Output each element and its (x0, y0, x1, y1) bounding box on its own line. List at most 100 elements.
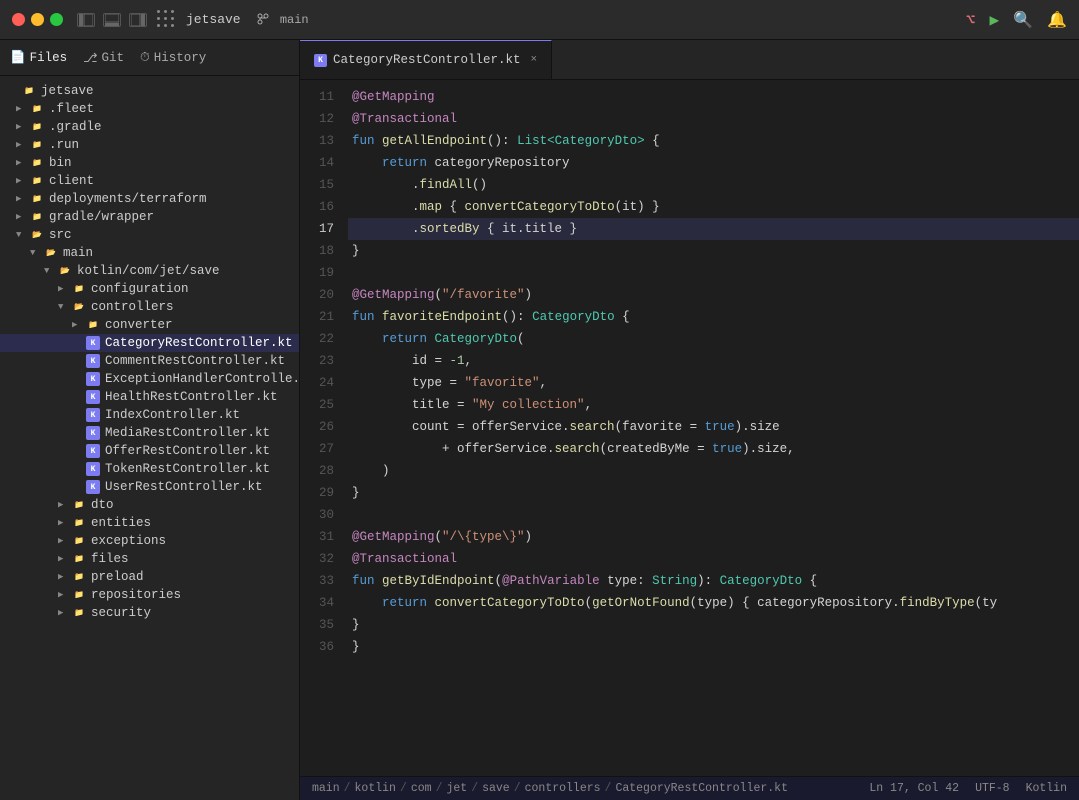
folder-icon: 📁 (72, 606, 86, 620)
kt-file-icon: K (86, 444, 100, 458)
code-line-17: .sortedBy { it.title } (348, 218, 1079, 240)
code-line-19 (348, 262, 1079, 284)
tree-root[interactable]: 📁 jetsave (0, 82, 299, 100)
branch-name: main (257, 13, 309, 27)
minimize-button[interactable] (31, 13, 44, 26)
code-line-14: return categoryRepository (348, 152, 1079, 174)
tab-close-button[interactable]: × (531, 54, 538, 66)
code-content[interactable]: @GetMapping@Transactionalfun getAllEndpo… (344, 80, 1079, 776)
close-button[interactable] (12, 13, 25, 26)
tree-item-kotlin[interactable]: ▼ 📂 kotlin/com/jet/save (0, 262, 299, 280)
collapse-arrow-icon: ▶ (16, 194, 30, 204)
code-line-28: ) (348, 460, 1079, 482)
folder-icon: 📁 (22, 84, 36, 98)
expand-arrow-icon: ▼ (44, 266, 58, 276)
code-editor: 1112131415161718192021222324252627282930… (300, 80, 1079, 776)
folder-icon: 📁 (30, 192, 44, 206)
search-icon[interactable]: 🔍 (1013, 10, 1033, 30)
tree-item-src[interactable]: ▼ 📂 src (0, 226, 299, 244)
kt-file-icon: K (86, 426, 100, 440)
code-line-24: type = "favorite", (348, 372, 1079, 394)
collapse-arrow-icon: ▶ (58, 572, 72, 582)
folder-icon: 📁 (72, 282, 86, 296)
tree-item-configuration[interactable]: ▶ 📁 configuration (0, 280, 299, 298)
tree-item-categoryrestcontroller[interactable]: K CategoryRestController.kt (0, 334, 299, 352)
folder-icon: 📁 (30, 120, 44, 134)
expand-arrow-icon: ▼ (30, 248, 44, 258)
sidebar-right-icon[interactable] (129, 13, 147, 27)
collapse-arrow-icon: ▶ (16, 140, 30, 150)
file-tree: 📁 jetsave ▶ 📁 .fleet ▶ 📁 .gradle ▶ 📁 .ru… (0, 76, 299, 800)
tree-item-entities[interactable]: ▶ 📁 entities (0, 514, 299, 532)
code-line-31: @GetMapping("/\{type\}") (348, 526, 1079, 548)
collapse-arrow-icon: ▶ (16, 158, 30, 168)
sidebar-tab-history[interactable]: ⏱ History (140, 51, 206, 65)
statusbar: main / kotlin / com / jet / save / contr… (300, 776, 1079, 800)
sidebar-left-icon[interactable] (77, 13, 95, 27)
tree-item-tokenrestcontroller[interactable]: K TokenRestController.kt (0, 460, 299, 478)
tree-item-exceptionhandler[interactable]: K ExceptionHandlerControlle... (0, 370, 299, 388)
tree-item-preload[interactable]: ▶ 📁 preload (0, 568, 299, 586)
collapse-arrow-icon: ▶ (16, 122, 30, 132)
sidebar-bottom-icon[interactable] (103, 13, 121, 27)
folder-icon: 📁 (72, 498, 86, 512)
folder-icon: 📁 (72, 588, 86, 602)
code-line-30 (348, 504, 1079, 526)
tree-item-bin[interactable]: ▶ 📁 bin (0, 154, 299, 172)
kt-file-icon: K (86, 336, 100, 350)
tab-bar: K CategoryRestController.kt × (300, 40, 1079, 80)
kt-file-icon: K (86, 372, 100, 386)
tree-item-controllers[interactable]: ▼ 📂 controllers (0, 298, 299, 316)
tree-item-indexcontroller[interactable]: K IndexController.kt (0, 406, 299, 424)
tree-item-fleet[interactable]: ▶ 📁 .fleet (0, 100, 299, 118)
tree-item-offerrestcontroller[interactable]: K OfferRestController.kt (0, 442, 299, 460)
tree-item-main[interactable]: ▼ 📂 main (0, 244, 299, 262)
tree-item-converter[interactable]: ▶ 📁 converter (0, 316, 299, 334)
folder-open-icon: 📂 (58, 264, 72, 278)
folder-icon: 📁 (72, 516, 86, 530)
tree-item-dto[interactable]: ▶ 📁 dto (0, 496, 299, 514)
code-area[interactable]: 1112131415161718192021222324252627282930… (300, 80, 1079, 776)
broadcast-icon[interactable]: ⌥ (966, 10, 976, 30)
sidebar: 📄 Files ⎇ Git ⏱ History 📁 jetsave ▶ � (0, 40, 300, 800)
code-line-16: .map { convertCategoryToDto(it) } (348, 196, 1079, 218)
folder-icon: 📁 (72, 570, 86, 584)
tree-item-userrestcontroller[interactable]: K UserRestController.kt (0, 478, 299, 496)
tab-categoryrestcontroller[interactable]: K CategoryRestController.kt × (300, 40, 552, 79)
files-icon: 📄 (10, 50, 26, 65)
tree-item-gradle[interactable]: ▶ 📁 .gradle (0, 118, 299, 136)
kt-file-icon: K (86, 480, 100, 494)
tree-item-repositories[interactable]: ▶ 📁 repositories (0, 586, 299, 604)
tree-item-healthrestcontroller[interactable]: K HealthRestController.kt (0, 388, 299, 406)
tree-item-mediarestcontroller[interactable]: K MediaRestController.kt (0, 424, 299, 442)
tree-item-security[interactable]: ▶ 📁 security (0, 604, 299, 622)
folder-icon: 📁 (30, 174, 44, 188)
history-icon: ⏱ (140, 51, 150, 65)
tree-item-files[interactable]: ▶ 📁 files (0, 550, 299, 568)
code-line-25: title = "My collection", (348, 394, 1079, 416)
fullscreen-button[interactable] (50, 13, 63, 26)
sidebar-toolbar: 📄 Files ⎇ Git ⏱ History (0, 40, 299, 76)
window-controls (77, 13, 147, 27)
tree-item-gradlewrapper[interactable]: ▶ 📁 gradle/wrapper (0, 208, 299, 226)
collapse-arrow-icon: ▶ (16, 212, 30, 222)
line-numbers: 1112131415161718192021222324252627282930… (300, 80, 344, 776)
tree-item-client[interactable]: ▶ 📁 client (0, 172, 299, 190)
collapse-arrow-icon: ▶ (16, 176, 30, 186)
tree-item-commentrestcontroller[interactable]: K CommentRestController.kt (0, 352, 299, 370)
code-line-15: .findAll() (348, 174, 1079, 196)
sidebar-tab-files[interactable]: 📄 Files (10, 50, 67, 65)
code-line-12: @Transactional (348, 108, 1079, 130)
sidebar-tab-git[interactable]: ⎇ Git (83, 50, 124, 66)
run-icon[interactable]: ▶ (990, 10, 1000, 30)
code-line-23: id = -1, (348, 350, 1079, 372)
tree-item-exceptions[interactable]: ▶ 📁 exceptions (0, 532, 299, 550)
collapse-arrow-icon: ▶ (58, 536, 72, 546)
tree-item-deployments[interactable]: ▶ 📁 deployments/terraform (0, 190, 299, 208)
code-line-33: fun getByIdEndpoint(@PathVariable type: … (348, 570, 1079, 592)
collapse-arrow-icon: ▶ (58, 284, 72, 294)
tree-item-run[interactable]: ▶ 📁 .run (0, 136, 299, 154)
notifications-icon[interactable]: 🔔 (1047, 10, 1067, 30)
titlebar: jetsave main ⌥ ▶ 🔍 🔔 (0, 0, 1079, 40)
apps-grid-icon[interactable] (157, 10, 176, 29)
